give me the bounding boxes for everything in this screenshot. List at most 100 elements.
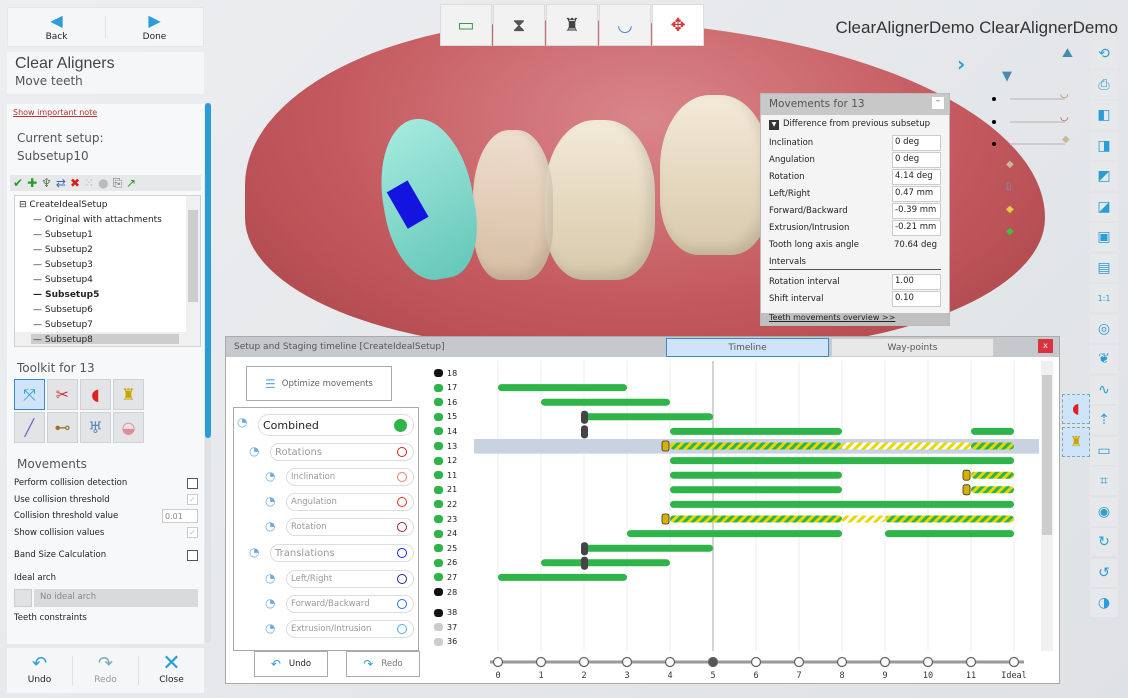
workflow-step[interactable]: ▭ — [440, 4, 492, 46]
layer-row[interactable]: ◆ — [990, 134, 1085, 157]
tooth-row-label[interactable]: 38 — [434, 606, 474, 620]
tooth-row-label[interactable]: 13 — [434, 439, 474, 453]
tooth-row-label[interactable]: 36 — [434, 635, 474, 649]
tooth-row-label[interactable]: 21 — [434, 483, 474, 497]
arch-icon-button[interactable] — [14, 589, 32, 607]
tooth-row-label[interactable]: 27 — [434, 570, 474, 584]
measure-tool-button[interactable]: ╱ — [14, 412, 45, 443]
delete-icon[interactable]: ✖ — [70, 176, 80, 190]
tooth-row-label[interactable]: 24 — [434, 527, 474, 541]
visibility-dot[interactable] — [992, 97, 996, 101]
layer-row[interactable]: ◡ — [990, 112, 1085, 135]
scroll-thumb[interactable] — [188, 210, 198, 302]
tooth-row-label[interactable]: 37 — [434, 620, 474, 634]
tooth-row-label[interactable]: 18 — [434, 366, 474, 380]
workflow-step[interactable]: ♜ — [546, 4, 598, 46]
tooth-row-label[interactable]: 14 — [434, 424, 474, 438]
threshold-spinbox[interactable]: 0.01 — [162, 509, 198, 524]
tooth-row-label[interactable]: 11 — [434, 468, 474, 482]
layer-row[interactable]: ▼ — [990, 67, 1085, 90]
view-rotate-button[interactable]: ⟲ — [1090, 40, 1118, 68]
attachment-quick-button[interactable]: ♜ — [1062, 427, 1090, 457]
stage-slider[interactable]: 0 1 2 3 4 5 6 7 8 9 10 11 Ideal — [474, 653, 1039, 681]
tooth-row-label[interactable]: 16 — [434, 395, 474, 409]
tooth-split-button[interactable]: ◑ — [1090, 589, 1118, 617]
band-size-checkbox[interactable] — [187, 549, 198, 561]
done-button[interactable]: ▶ Done — [106, 8, 203, 46]
cube-left-button[interactable]: ◩ — [1090, 162, 1118, 190]
show-important-note-link[interactable]: Show important note — [13, 108, 198, 117]
export-icon[interactable]: ⎘ — [113, 176, 123, 191]
tree-item[interactable]: — Subsetup2 — [33, 245, 93, 255]
filter-rotation[interactable]: ◔ Rotation — [265, 518, 414, 536]
layer-row[interactable]: ▯ — [990, 179, 1085, 202]
cube-right-button[interactable]: ◪ — [1090, 192, 1118, 221]
use-threshold-checkbox[interactable]: ✓ — [187, 494, 198, 506]
tooth-row-label[interactable]: 23 — [434, 512, 474, 526]
workflow-step[interactable]: ◡ — [599, 4, 651, 46]
tree-item[interactable]: — Original with attachments — [33, 215, 162, 225]
movement-value-input[interactable]: 0 deg — [892, 134, 941, 151]
rotation-interval-input[interactable]: 1.00 — [892, 273, 941, 290]
workflow-step[interactable]: ✥ — [652, 4, 704, 46]
filter-inclination[interactable]: ◔ Inclination — [265, 468, 414, 486]
grid-icon[interactable]: ⁙ — [84, 176, 94, 190]
layer-row[interactable]: ◆ — [990, 202, 1085, 225]
close-button[interactable]: ✕ Close — [139, 648, 204, 693]
filter-toggle-dot[interactable] — [397, 447, 407, 457]
minimize-button[interactable]: – — [932, 97, 944, 109]
tooth-row-label[interactable]: 25 — [434, 541, 474, 555]
timeline-scrollbar[interactable] — [1041, 361, 1053, 651]
snapshot-button[interactable]: ◉ — [1090, 497, 1118, 526]
filter-toggle-dot[interactable] — [397, 599, 407, 609]
opacity-slider[interactable] — [1010, 143, 1065, 145]
move-tool-button[interactable]: ⤧ — [14, 379, 45, 410]
timeline-chart[interactable] — [474, 361, 1039, 651]
tooth-model[interactable] — [545, 120, 655, 280]
check-icon[interactable]: ✔ — [13, 176, 23, 190]
tab-timeline[interactable]: Timeline — [666, 338, 829, 357]
filter-toggle-dot[interactable] — [397, 472, 407, 482]
filter-toggle-dot[interactable] — [397, 497, 407, 507]
timeline-undo-button[interactable]: ↶ Undo — [254, 651, 328, 677]
movement-value-input[interactable]: -0.39 mm — [892, 202, 941, 219]
scroll-thumb[interactable] — [205, 103, 211, 438]
filter-toggle-dot[interactable] — [397, 574, 407, 584]
tree-item[interactable]: — Subsetup7 — [33, 320, 93, 330]
ideal-arch-dropdown[interactable]: No ideal arch — [34, 589, 198, 607]
tooth-row-label[interactable]: 22 — [434, 497, 474, 511]
ring-button[interactable]: ◎ — [1090, 314, 1118, 343]
setup-tree[interactable]: ⊟ CreateIdealSetup — Original with attach… — [14, 195, 201, 347]
filter-angulation[interactable]: ◔ Angulation — [265, 493, 414, 511]
frame-button[interactable]: ⌗ — [1090, 467, 1118, 495]
visibility-dot[interactable] — [992, 119, 996, 124]
tree-item[interactable]: — Subsetup6 — [33, 305, 93, 315]
tooth-model[interactable] — [473, 130, 553, 280]
layer-row[interactable]: ◡ — [990, 89, 1085, 112]
gum-tool-button[interactable]: ◒ — [113, 412, 144, 443]
cube-back-button[interactable]: ▣ — [1090, 223, 1118, 251]
cube-front-button[interactable]: ◧ — [1090, 101, 1118, 129]
graph-icon[interactable]: ↗ — [126, 176, 136, 190]
timeline-redo-button[interactable]: ↷ Redo — [346, 651, 420, 677]
distance-tool-button[interactable]: ⊷ — [47, 412, 78, 443]
root-tool-button[interactable]: ♅ — [80, 412, 111, 443]
show-collision-checkbox[interactable]: ✓ — [187, 527, 198, 539]
opacity-slider[interactable] — [1010, 98, 1065, 100]
play-icon[interactable]: ● — [98, 176, 108, 190]
add-tooth-icon[interactable]: ♆ — [41, 176, 52, 190]
filter-toggle-dot[interactable] — [397, 548, 407, 558]
tooth-axis-button[interactable]: ⇡ — [1090, 406, 1118, 434]
tooth-row-label[interactable]: 26 — [434, 556, 474, 570]
optimize-movements-button[interactable]: ☰ Optimize movements — [246, 366, 392, 401]
filter-toggle-dot[interactable] — [394, 418, 407, 432]
tooth-row-label[interactable]: 12 — [434, 454, 474, 468]
filter-extrusion-intrusion[interactable]: ◔ Extrusion/Intrusion — [265, 620, 414, 638]
cube-top-button[interactable]: ◨ — [1090, 131, 1118, 160]
layer-row[interactable]: ⛰ — [990, 44, 1085, 67]
tree-root[interactable]: ⊟ CreateIdealSetup — [19, 200, 107, 210]
tree-item[interactable]: — Subsetup8 — [33, 335, 93, 345]
panel-scrollbar[interactable] — [205, 103, 211, 643]
workflow-step[interactable]: ⧗ — [493, 4, 545, 46]
add-icon[interactable]: ✚ — [27, 176, 37, 190]
